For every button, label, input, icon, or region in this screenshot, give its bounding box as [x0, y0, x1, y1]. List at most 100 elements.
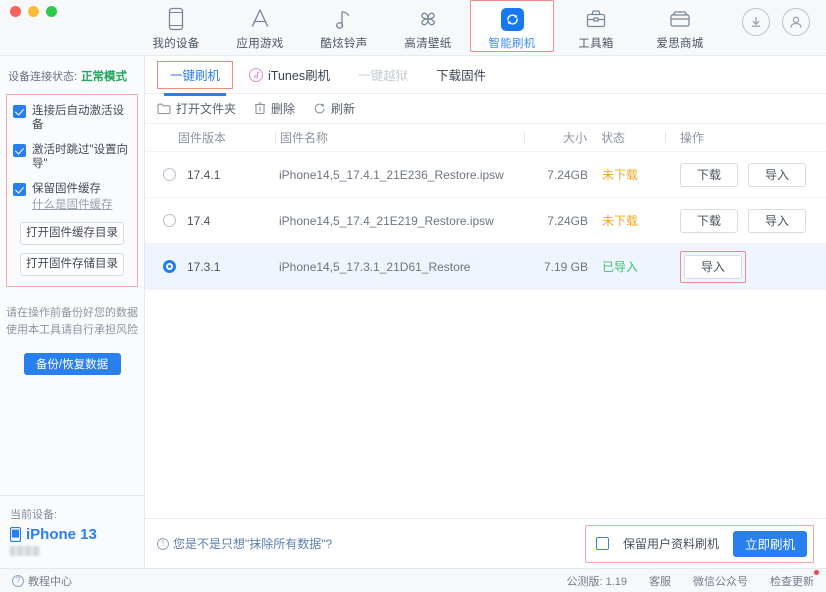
- table-row[interactable]: 17.4 iPhone14,5_17.4_21E219_Restore.ipsw…: [145, 198, 826, 244]
- option-auto-activate[interactable]: 连接后自动激活设备: [13, 104, 131, 132]
- appstore-icon: [248, 5, 272, 33]
- action-bar: ! 您是不是只想"抹除所有数据"? 保留用户资料刷机 立即刷机: [145, 518, 826, 568]
- file-toolbar: 打开文件夹 删除 刷新: [145, 94, 826, 124]
- header-action: 操作: [666, 129, 826, 146]
- row-state: 未下载: [588, 212, 666, 229]
- nav-item-label: 应用游戏: [236, 35, 283, 51]
- current-device-name-row[interactable]: iPhone 13: [10, 526, 134, 543]
- import-action-button[interactable]: 导入: [748, 163, 806, 187]
- current-device-name: iPhone 13: [26, 526, 97, 543]
- row-radio[interactable]: [163, 260, 176, 273]
- delete-button[interactable]: 删除: [254, 100, 295, 117]
- open-firmware-cache-dir-button[interactable]: 打开固件缓存目录: [20, 222, 124, 245]
- checkbox-keep-firmware-cache[interactable]: [13, 183, 26, 196]
- wechat-link[interactable]: 微信公众号: [693, 573, 748, 589]
- row-actions: 下载 导入: [666, 209, 826, 233]
- version-label: 公测版: 1.19: [566, 573, 627, 589]
- header-name: 固件名称: [276, 129, 524, 146]
- option-skip-setup-wizard[interactable]: 激活时跳过"设置向导": [13, 143, 131, 171]
- erase-all-data-hint[interactable]: ! 您是不是只想"抹除所有数据"?: [157, 535, 332, 552]
- status-bar-right: 公测版: 1.19 客服 微信公众号 检查更新: [566, 573, 814, 589]
- nav-item-label: 酷炫铃声: [320, 35, 367, 51]
- header-state: 状态: [587, 129, 665, 146]
- nav-item-smart-flash[interactable]: 智能刷机: [470, 0, 554, 52]
- phone-icon: [168, 5, 184, 33]
- open-folder-button[interactable]: 打开文件夹: [157, 100, 236, 117]
- maximize-button[interactable]: [46, 6, 57, 17]
- row-version-cell: 17.4: [145, 214, 275, 228]
- tab-itunes-flash[interactable]: iTunes刷机: [237, 61, 342, 89]
- main-content: 一键刷机 iTunes刷机 一键越狱 下载固件: [145, 56, 826, 568]
- backup-warning-line1: 请在操作前备份好您的数据: [0, 305, 144, 322]
- status-bar: ? 教程中心 公测版: 1.19 客服 微信公众号 检查更新: [0, 568, 826, 592]
- row-state: 未下载: [588, 166, 666, 183]
- minimize-button[interactable]: [28, 6, 39, 17]
- itunes-icon: [249, 68, 263, 82]
- folder-icon: [157, 102, 171, 115]
- toolbar-label: 打开文件夹: [176, 100, 236, 117]
- nav-item-apps-games[interactable]: 应用游戏: [218, 0, 302, 52]
- row-version: 17.4.1: [187, 168, 220, 182]
- check-update-label: 检查更新: [770, 576, 814, 588]
- option-keep-firmware-cache[interactable]: 保留固件缓存: [13, 182, 131, 196]
- row-state: 已导入: [588, 258, 666, 275]
- download-action-button[interactable]: 下载: [680, 163, 738, 187]
- backup-warning: 请在操作前备份好您的数据 使用本工具请自行承担风险: [0, 305, 144, 339]
- support-link[interactable]: 客服: [649, 573, 671, 589]
- open-firmware-storage-dir-button[interactable]: 打开固件存储目录: [20, 253, 124, 276]
- what-is-firmware-cache-link[interactable]: 什么是固件缓存: [32, 196, 131, 212]
- nav-item-ringtones[interactable]: 酷炫铃声: [302, 0, 386, 52]
- toolbar-label: 刷新: [331, 100, 355, 117]
- option-label: 激活时跳过"设置向导": [32, 143, 131, 171]
- refresh-icon: [313, 102, 326, 115]
- application-window: 我的设备 应用游戏 酷炫铃声 高清壁纸: [0, 0, 826, 592]
- flash-now-button[interactable]: 立即刷机: [733, 531, 807, 557]
- current-device-label: 当前设备:: [10, 506, 134, 522]
- tab-label: 一键刷机: [170, 65, 220, 84]
- row-version: 17.4: [187, 214, 210, 228]
- firmware-table: 17.4.1 iPhone14,5_17.4.1_21E236_Restore.…: [145, 152, 826, 518]
- main-navigation: 我的设备 应用游戏 酷炫铃声 高清壁纸: [104, 0, 722, 52]
- table-row[interactable]: 17.3.1 iPhone14,5_17.3.1_21D61_Restore 7…: [145, 244, 826, 290]
- sidebar-spacer: [0, 375, 144, 495]
- nav-item-wallpapers[interactable]: 高清壁纸: [386, 0, 470, 52]
- trash-icon: [254, 102, 266, 115]
- import-action-button[interactable]: 导入: [684, 255, 742, 279]
- tab-download-firmware[interactable]: 下载固件: [424, 61, 498, 89]
- row-radio[interactable]: [163, 168, 176, 181]
- row-size: 7.24GB: [526, 168, 588, 182]
- checkbox-skip-setup-wizard[interactable]: [13, 144, 26, 157]
- check-update-link[interactable]: 检查更新: [770, 573, 814, 589]
- download-action-button[interactable]: 下载: [680, 209, 738, 233]
- close-button[interactable]: [10, 6, 21, 17]
- nav-item-label: 爱思商城: [656, 35, 703, 51]
- download-icon[interactable]: [742, 8, 770, 36]
- tab-one-click-flash[interactable]: 一键刷机: [157, 61, 233, 89]
- checkbox-auto-activate[interactable]: [13, 105, 26, 118]
- row-version: 17.3.1: [187, 260, 220, 274]
- header-size: 大小: [525, 129, 587, 146]
- account-icon[interactable]: [782, 8, 810, 36]
- refresh-button[interactable]: 刷新: [313, 100, 355, 117]
- tutorial-center-link[interactable]: ? 教程中心: [12, 573, 72, 589]
- nav-item-toolbox[interactable]: 工具箱: [554, 0, 638, 52]
- options-panel: 连接后自动激活设备 激活时跳过"设置向导" 保留固件缓存 什么是固件缓存 打开固…: [6, 94, 138, 287]
- backup-restore-button[interactable]: 备份/恢复数据: [24, 353, 121, 375]
- connection-status: 设备连接状态: 正常模式: [0, 56, 144, 92]
- nav-item-label: 我的设备: [152, 35, 199, 51]
- nav-item-label: 智能刷机: [488, 35, 535, 51]
- flash-refresh-icon: [501, 6, 524, 33]
- connection-status-value: 正常模式: [81, 68, 127, 84]
- nav-item-store[interactable]: 爱思商城: [638, 0, 722, 52]
- checkbox-keep-user-data[interactable]: [596, 537, 609, 550]
- row-radio[interactable]: [163, 214, 176, 227]
- table-row[interactable]: 17.4.1 iPhone14,5_17.4.1_21E236_Restore.…: [145, 152, 826, 198]
- row-size: 7.24GB: [526, 214, 588, 228]
- option-label: 保留固件缓存: [32, 182, 101, 196]
- nav-item-label: 工具箱: [578, 35, 613, 51]
- erase-all-data-hint-label: 您是不是只想"抹除所有数据"?: [173, 535, 332, 552]
- backup-warning-line2: 使用本工具请自行承担风险: [0, 322, 144, 339]
- keep-user-data-label: 保留用户资料刷机: [623, 535, 719, 552]
- import-action-button[interactable]: 导入: [748, 209, 806, 233]
- nav-item-my-device[interactable]: 我的设备: [134, 0, 218, 52]
